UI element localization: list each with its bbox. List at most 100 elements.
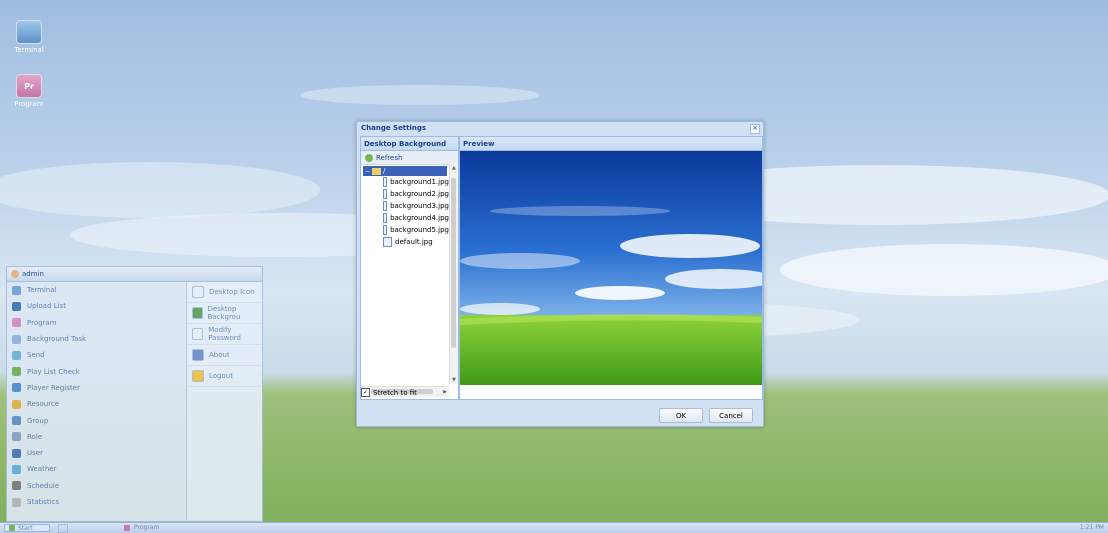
- menu-item-icon: [12, 432, 21, 442]
- scrollbar-thumb[interactable]: [451, 178, 456, 348]
- start-menu-item[interactable]: Statistics: [7, 494, 185, 510]
- start-menu-item[interactable]: User: [7, 445, 185, 461]
- menu-item-icon: [12, 497, 21, 507]
- vertical-scrollbar[interactable]: ▲ ▼: [449, 164, 458, 384]
- start-menu-settings: Desktop Icon Desktop Backgrou Modify Passw…: [186, 282, 262, 520]
- scroll-right-icon[interactable]: ▶: [443, 389, 447, 395]
- image-file-icon: [383, 225, 388, 235]
- menu-item-label: Play List Check: [27, 367, 80, 376]
- menu-item-icon: [12, 318, 21, 328]
- start-menu-item[interactable]: Resource: [7, 396, 185, 412]
- menu-item-icon: [192, 370, 204, 382]
- menu-item-label: Player Register: [27, 383, 80, 392]
- start-menu-setting-item[interactable]: Logout: [187, 366, 262, 387]
- menu-item-icon: [12, 464, 21, 474]
- refresh-icon: [365, 153, 373, 162]
- panel-header: Desktop Background: [361, 137, 458, 151]
- start-menu-item[interactable]: Terminal: [7, 282, 185, 298]
- menu-item-label: Weather: [27, 465, 57, 474]
- desktop-background-panel: Desktop Background Refresh − / backgroun…: [360, 136, 459, 400]
- file-item[interactable]: background5.jpg: [361, 224, 449, 236]
- file-item[interactable]: background1.jpg: [361, 176, 449, 188]
- start-menu-setting-item[interactable]: Desktop Backgrou: [187, 303, 262, 324]
- start-menu-item[interactable]: Send: [7, 347, 185, 363]
- menu-item-icon: [192, 307, 203, 319]
- menu-item-icon: [12, 399, 21, 409]
- desktop-icon-label: Terminal: [14, 46, 44, 54]
- file-name: background5.jpg: [390, 226, 449, 234]
- menu-item-icon: [12, 350, 21, 360]
- terminal-icon: [16, 20, 42, 44]
- menu-item-label: Background Task: [27, 335, 87, 344]
- start-menu: admin Terminal Upload List Program Backgrou…: [6, 266, 263, 522]
- file-item[interactable]: background4.jpg: [361, 212, 449, 224]
- file-name: background2.jpg: [390, 190, 449, 198]
- tree-root-label: /: [383, 167, 386, 175]
- start-menu-item[interactable]: Player Register: [7, 380, 185, 396]
- file-item[interactable]: background2.jpg: [361, 188, 449, 200]
- stretch-label: Stretch to fit: [373, 388, 417, 397]
- desktop-icon-label: Program: [14, 100, 44, 108]
- start-menu-item[interactable]: Weather: [7, 461, 185, 477]
- start-menu-item[interactable]: Program: [7, 315, 185, 331]
- menu-item-label: Schedule: [27, 481, 60, 490]
- folder-icon: [372, 167, 382, 175]
- image-file-icon: [383, 201, 388, 211]
- stretch-to-fit-checkbox[interactable]: ✓ Stretch to fit: [361, 388, 417, 397]
- menu-item-icon: [12, 285, 21, 295]
- start-menu-item[interactable]: Schedule: [7, 478, 185, 494]
- menu-item-label: Program: [27, 318, 57, 327]
- menu-item-label: User: [27, 449, 43, 458]
- start-menu-item[interactable]: Upload List: [7, 298, 185, 314]
- file-item[interactable]: background3.jpg: [361, 200, 449, 212]
- cancel-button[interactable]: Cancel: [709, 408, 753, 423]
- menu-item-label: Terminal: [27, 286, 57, 295]
- start-menu-setting-item[interactable]: Modify Password: [187, 324, 262, 345]
- file-item[interactable]: default.jpg: [361, 236, 449, 248]
- preview-panel: Preview: [459, 136, 763, 400]
- menu-item-label: Modify Password: [208, 326, 241, 342]
- expand-icon[interactable]: −: [365, 168, 370, 175]
- start-menu-header: admin: [7, 267, 262, 282]
- menu-item-label: Logout: [209, 372, 233, 380]
- start-menu-item[interactable]: Play List Check: [7, 363, 185, 379]
- menu-item-label: About: [209, 351, 230, 359]
- file-tree: − / background1.jpg background2.jpg backgr…: [361, 164, 449, 384]
- program-icon: Pr: [16, 74, 42, 98]
- taskbar-item-program[interactable]: Program: [124, 524, 159, 531]
- menu-item-label: Desktop Icon: [209, 288, 255, 296]
- desktop-icon-terminal[interactable]: Terminal: [14, 20, 44, 54]
- start-menu-item[interactable]: Role: [7, 429, 185, 445]
- dialog-title: Change Settings: [361, 124, 427, 132]
- start-button[interactable]: Start: [4, 524, 50, 532]
- menu-item-icon: [12, 448, 21, 458]
- menu-item-icon: [12, 416, 21, 426]
- preview-header: Preview: [460, 137, 762, 151]
- ok-button[interactable]: OK: [659, 408, 703, 423]
- menu-item-icon: [192, 328, 204, 340]
- tree-root-node[interactable]: − /: [363, 166, 447, 176]
- start-menu-item[interactable]: Group: [7, 412, 185, 428]
- menu-item-icon: [12, 367, 21, 377]
- close-icon[interactable]: ×: [750, 124, 760, 134]
- start-menu-setting-item[interactable]: About: [187, 345, 262, 366]
- scroll-down-icon[interactable]: ▼: [452, 377, 456, 383]
- menu-item-label: Send: [27, 351, 45, 360]
- scroll-up-icon[interactable]: ▲: [452, 165, 456, 171]
- image-file-icon: [383, 237, 392, 247]
- desktop-icon-program[interactable]: Pr Program: [14, 74, 44, 108]
- menu-item-label: Group: [27, 416, 49, 425]
- image-file-icon: [383, 189, 388, 199]
- start-menu-setting-item[interactable]: Desktop Icon: [187, 282, 262, 303]
- menu-item-icon: [12, 334, 21, 344]
- start-label: Start: [18, 524, 33, 532]
- menu-item-icon: [12, 383, 21, 393]
- file-name: background4.jpg: [390, 214, 449, 222]
- checkbox-check-icon[interactable]: ✓: [361, 388, 370, 397]
- refresh-button[interactable]: Refresh: [361, 151, 458, 165]
- change-settings-dialog: Change Settings × Desktop Background Ref…: [356, 121, 764, 427]
- start-menu-item[interactable]: Background Task: [7, 331, 185, 347]
- menu-item-icon: [12, 481, 21, 491]
- menu-item-icon: [192, 349, 204, 361]
- file-name: default.jpg: [395, 238, 433, 246]
